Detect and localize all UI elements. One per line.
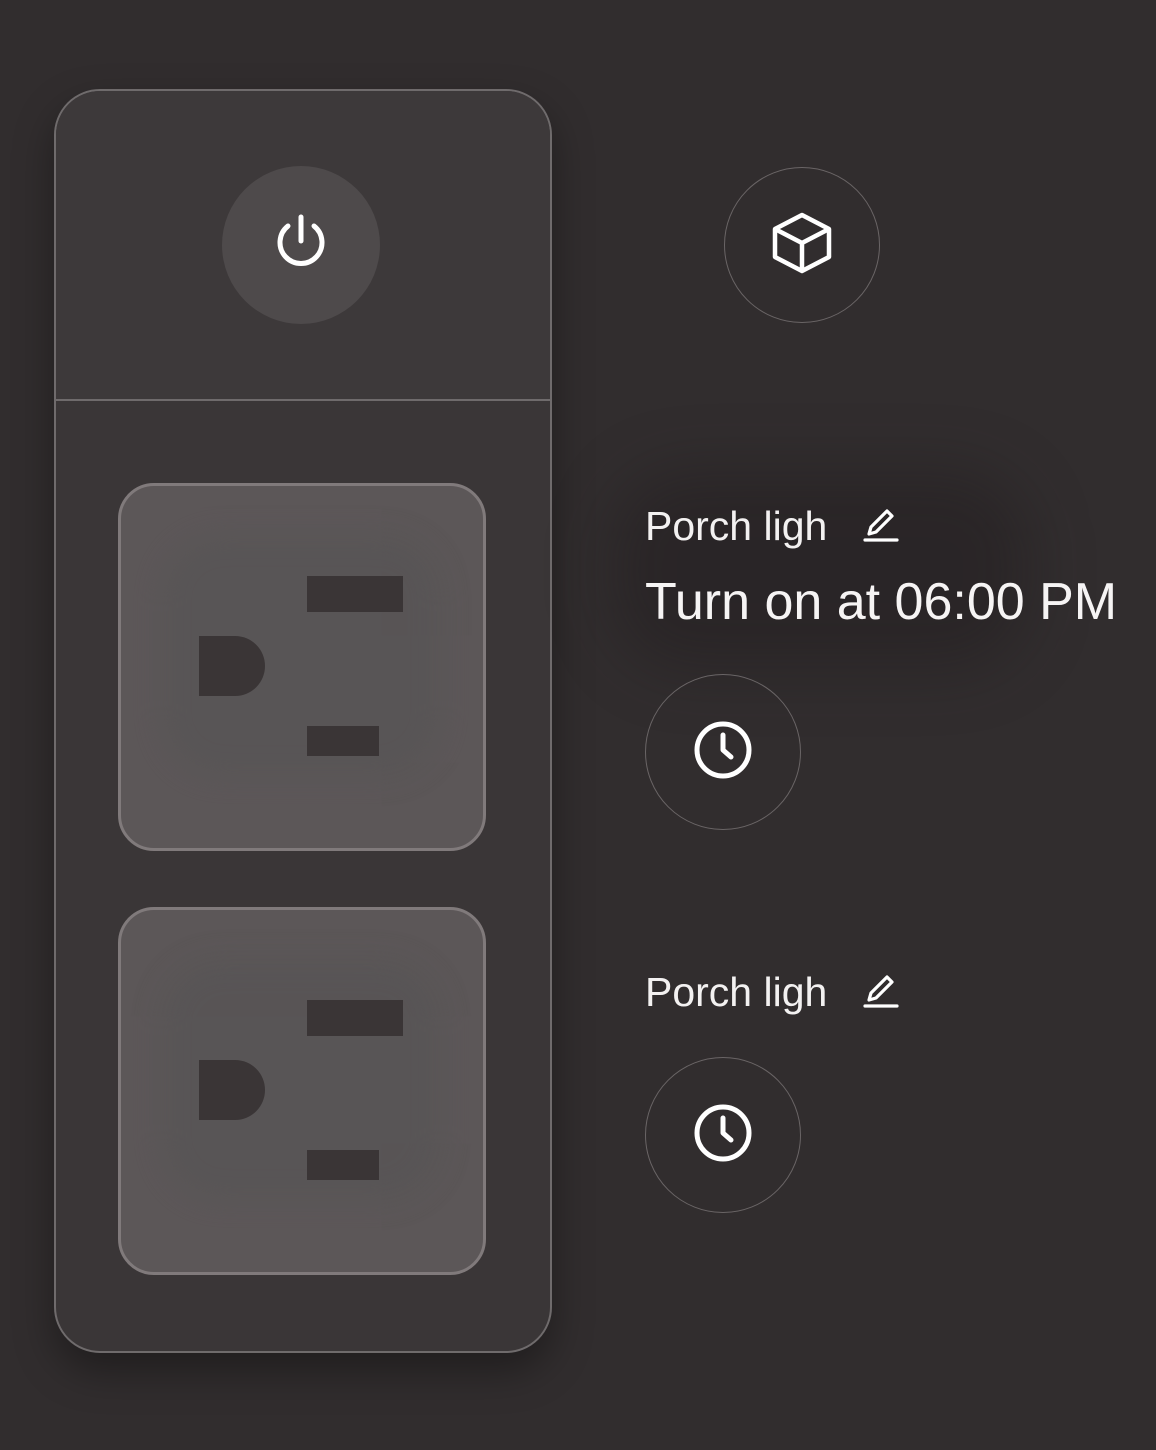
outlet-slot	[307, 1000, 403, 1036]
smart-plug-screen: Porch ligh Turn on at 06:00 PM Porch lig…	[0, 0, 1156, 1450]
outlet-2-timer-button[interactable]	[645, 1057, 801, 1213]
power-icon	[269, 211, 333, 280]
edit-name-button[interactable]	[861, 972, 901, 1012]
power-strip	[54, 89, 552, 1353]
clock-icon	[692, 719, 754, 786]
cube-icon	[769, 210, 835, 281]
outlet-slot	[307, 726, 379, 756]
outlet-1-timer-button[interactable]	[645, 674, 801, 830]
outlet-2-name: Porch ligh	[645, 969, 828, 1015]
outlet-slot	[307, 1150, 379, 1180]
pencil-icon	[861, 504, 901, 549]
edit-name-button[interactable]	[861, 506, 901, 546]
outlet-slot	[307, 576, 403, 612]
outlet-1-name: Porch ligh	[645, 503, 828, 549]
outlet-2-name-row: Porch ligh	[645, 968, 901, 1016]
power-strip-header	[56, 91, 550, 401]
outlet-ground	[199, 1060, 265, 1120]
outlet-1-name-row: Porch ligh	[645, 502, 901, 550]
3d-view-button[interactable]	[724, 167, 880, 323]
outlet-1[interactable]	[118, 483, 486, 851]
clock-icon	[692, 1102, 754, 1169]
pencil-icon	[861, 970, 901, 1015]
master-power-button[interactable]	[222, 166, 380, 324]
outlet-1-schedule: Turn on at 06:00 PM	[645, 573, 1118, 631]
outlet-ground	[199, 636, 265, 696]
outlet-2[interactable]	[118, 907, 486, 1275]
